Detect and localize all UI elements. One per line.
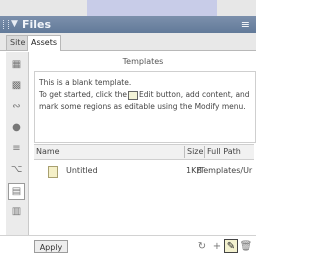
tab-site[interactable]: Site	[6, 35, 30, 50]
movies-icon[interactable]: ≡	[9, 141, 24, 156]
column-header-name[interactable]: Name	[36, 146, 60, 158]
row-path: /Templates/Ur	[197, 166, 253, 175]
table-row[interactable]: Untitled 1KB /Templates/Ur	[34, 164, 254, 178]
column-header-full-path[interactable]: Full Path	[207, 146, 241, 158]
library-icon[interactable]: ▥	[9, 204, 24, 219]
tab-strip: Site Assets	[0, 33, 256, 51]
urls-icon[interactable]: ∾	[9, 99, 24, 114]
asset-category-sidebar: ▦ ▩ ∾ ● ≡ ⌥ ▤ ▥	[6, 52, 29, 235]
list-header: Name Size Full Path	[34, 144, 254, 160]
apply-button[interactable]: Apply	[34, 240, 68, 253]
row-name: Untitled	[66, 166, 98, 175]
templates-icon[interactable]: ▤	[8, 183, 25, 200]
refresh-icon[interactable]: ↻	[195, 239, 209, 253]
preview-line: To get started, click the Edit button, ad…	[39, 90, 250, 100]
delete-icon[interactable]: 🗑	[239, 239, 253, 253]
preview-line: mark some regions as editable using the …	[39, 102, 246, 111]
flash-icon[interactable]: ●	[9, 120, 24, 135]
tab-assets[interactable]: Assets	[27, 35, 62, 51]
template-preview: This is a blank template. To get started…	[34, 71, 256, 143]
expand-arrow-icon[interactable]: ▼	[11, 19, 18, 30]
panel-title[interactable]: Files	[22, 17, 51, 32]
background-strip	[0, 0, 256, 16]
column-header-size[interactable]: Size	[187, 146, 203, 158]
template-file-icon	[48, 166, 58, 178]
colors-icon[interactable]: ▩	[9, 78, 24, 93]
options-menu-icon[interactable]: ≡	[241, 18, 250, 31]
preview-line: This is a blank template.	[39, 78, 132, 87]
scripts-icon[interactable]: ⌥	[9, 162, 24, 177]
grip-handle[interactable]	[3, 20, 9, 29]
images-icon[interactable]: ▦	[9, 57, 24, 72]
panel-titlebar: ▼ Files ≡	[0, 16, 256, 33]
assets-content: Templates This is a blank template. To g…	[30, 52, 256, 235]
edit-mini-icon	[128, 90, 139, 100]
bottom-toolbar: Apply ↻ + ✎ 🗑	[0, 235, 256, 258]
new-template-icon[interactable]: +	[210, 239, 224, 253]
files-panel: ▼ Files ≡ Site Assets ▦ ▩ ∾ ● ≡ ⌥ ▤ ▥ Te…	[0, 16, 256, 258]
content-title: Templates	[122, 57, 164, 66]
edit-icon[interactable]: ✎	[224, 239, 238, 253]
